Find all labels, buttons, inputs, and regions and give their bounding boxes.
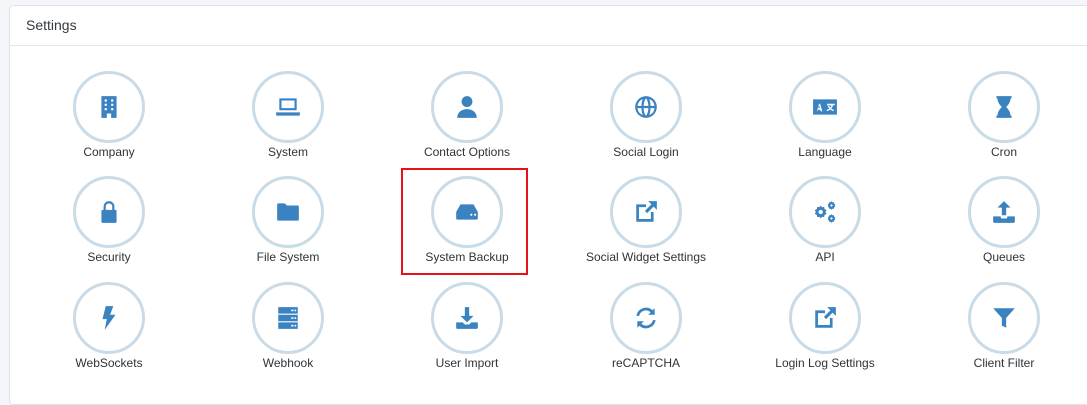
- tile-label: Security: [87, 250, 131, 264]
- tile-label: Contact Options: [423, 145, 511, 159]
- social-login-circle[interactable]: [610, 71, 682, 143]
- cogs-icon: [814, 201, 836, 223]
- tile-label: reCAPTCHA: [611, 356, 680, 370]
- folder-icon: [277, 203, 299, 221]
- websockets-circle[interactable]: [73, 282, 145, 354]
- webhook-circle[interactable]: [252, 282, 324, 354]
- settings-tile-queues[interactable]: Queues: [919, 176, 1087, 276]
- settings-tile-client-filter[interactable]: Client Filter: [919, 282, 1087, 382]
- tile-label: Client Filter: [973, 356, 1035, 370]
- settings-tile-api[interactable]: API: [740, 176, 910, 276]
- tile-label: Webhook: [262, 356, 314, 370]
- tile-label: Social Login: [613, 145, 679, 159]
- card-header: Settings: [10, 6, 1087, 46]
- settings-tile-language[interactable]: Language: [740, 71, 910, 171]
- contact-options-circle[interactable]: [431, 71, 503, 143]
- lock-icon: [101, 201, 117, 223]
- settings-tile-system[interactable]: System: [203, 71, 373, 171]
- external-edit-icon: [815, 307, 836, 328]
- settings-tile-company[interactable]: Company: [24, 71, 194, 171]
- globe-icon: [635, 96, 657, 118]
- settings-tile-login-log-settings[interactable]: Login Log Settings: [740, 282, 910, 382]
- tile-label: Queues: [982, 250, 1026, 264]
- client-filter-circle[interactable]: [968, 282, 1040, 354]
- tile-label: User Import: [435, 356, 499, 370]
- settings-tile-social-login[interactable]: Social Login: [561, 71, 731, 171]
- api-circle[interactable]: [789, 176, 861, 248]
- settings-tile-file-system[interactable]: File System: [203, 176, 373, 276]
- system-circle[interactable]: [252, 71, 324, 143]
- tile-label: WebSockets: [75, 356, 143, 370]
- tile-label: Login Log Settings: [775, 356, 875, 370]
- hourglass-icon: [996, 96, 1012, 118]
- settings-tile-security[interactable]: Security: [24, 176, 194, 276]
- tile-label: File System: [256, 250, 320, 264]
- settings-tile-websockets[interactable]: WebSockets: [24, 282, 194, 382]
- tile-label: Social Widget Settings: [585, 250, 707, 264]
- login-log-settings-circle[interactable]: [789, 282, 861, 354]
- language-icon: [813, 99, 837, 115]
- page-title: Settings: [26, 17, 77, 33]
- external-edit-icon: [636, 201, 657, 222]
- settings-tile-user-import[interactable]: User Import: [382, 282, 552, 382]
- company-circle[interactable]: [73, 71, 145, 143]
- tile-label: Language: [798, 145, 852, 159]
- selection-highlight: [401, 168, 528, 275]
- social-widget-settings-circle[interactable]: [610, 176, 682, 248]
- server-icon: [278, 307, 298, 329]
- download-icon: [456, 307, 478, 329]
- file-system-circle[interactable]: [252, 176, 324, 248]
- upload-icon: [993, 201, 1015, 223]
- user-import-circle[interactable]: [431, 282, 503, 354]
- cron-circle[interactable]: [968, 71, 1040, 143]
- queues-circle[interactable]: [968, 176, 1040, 248]
- bolt-icon: [102, 306, 116, 330]
- tile-label: Cron: [990, 145, 1017, 159]
- language-circle[interactable]: [789, 71, 861, 143]
- building-icon: [101, 96, 117, 118]
- tile-label: System: [267, 145, 308, 159]
- refresh-icon: [636, 307, 656, 329]
- tile-label: API: [815, 250, 835, 264]
- tile-label: Company: [83, 145, 135, 159]
- settings-tile-contact-options[interactable]: Contact Options: [382, 71, 552, 171]
- laptop-icon: [276, 98, 300, 116]
- settings-tile-webhook[interactable]: Webhook: [203, 282, 373, 382]
- security-circle[interactable]: [73, 176, 145, 248]
- user-icon: [457, 96, 477, 118]
- settings-tile-cron[interactable]: Cron: [919, 71, 1087, 171]
- filter-icon: [993, 308, 1015, 328]
- settings-tile-social-widget-settings[interactable]: Social Widget Settings: [561, 176, 731, 276]
- settings-tile-recaptcha[interactable]: reCAPTCHA: [561, 282, 731, 382]
- recaptcha-circle[interactable]: [610, 282, 682, 354]
